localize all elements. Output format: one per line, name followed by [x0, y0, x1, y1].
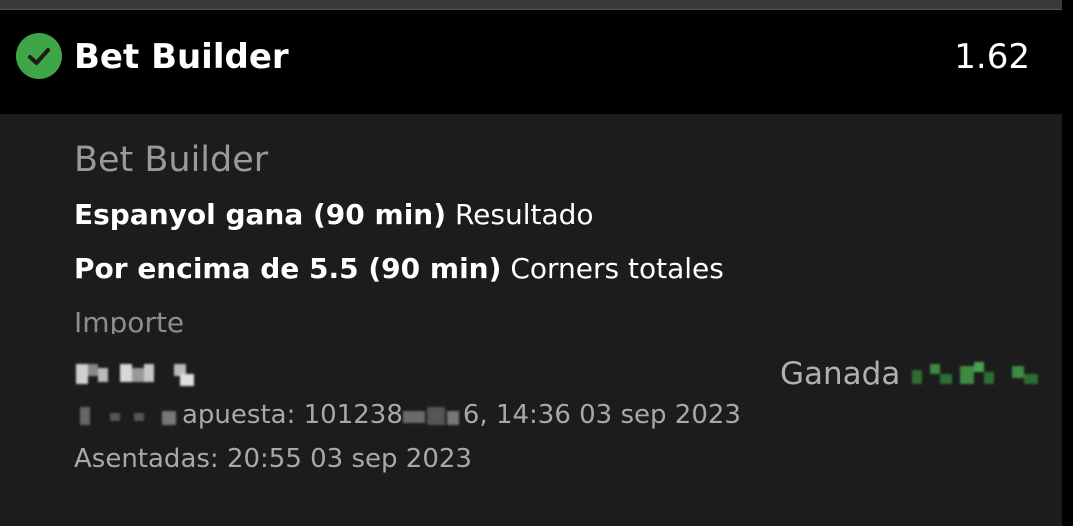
- top-divider: [0, 0, 1062, 10]
- bet-header[interactable]: Bet Builder 1.62: [0, 10, 1062, 114]
- winnings-value-redacted: [912, 360, 1052, 390]
- selection-pick: Espanyol gana (90 min): [74, 198, 447, 231]
- check-circle-icon: [16, 33, 62, 79]
- bet-id-prefix-redacted: [74, 405, 182, 427]
- selection-row: Espanyol gana (90 min) Resultado: [74, 198, 594, 231]
- bet-id-middle-redacted: [402, 405, 463, 427]
- bet-title: Bet Builder: [74, 37, 289, 77]
- result-status: Ganada: [780, 356, 901, 392]
- stake-label: Importe: [74, 306, 185, 334]
- selection-market: Resultado: [454, 198, 594, 231]
- selection-row: Por encima de 5.5 (90 min) Corners total…: [74, 252, 724, 285]
- stake-value-redacted: [76, 360, 204, 390]
- selection-pick: Por encima de 5.5 (90 min): [74, 252, 502, 285]
- bet-id-label: apuesta: 101238: [182, 400, 403, 430]
- bet-id-suffix: 6, 14:36 03 sep 2023: [462, 400, 741, 430]
- bet-odds: 1.62: [954, 37, 1030, 77]
- bet-id-row: apuesta: 101238 6, 14:36 03 sep 2023: [74, 400, 741, 430]
- placed-timestamp: Asentadas: 20:55 03 sep 2023: [74, 444, 472, 474]
- bet-type-label: Bet Builder: [74, 140, 269, 180]
- right-edge: [1062, 0, 1073, 526]
- bet-details-card: Bet Builder Espanyol gana (90 min) Resul…: [0, 114, 1062, 526]
- selection-market: Corners totales: [510, 252, 724, 285]
